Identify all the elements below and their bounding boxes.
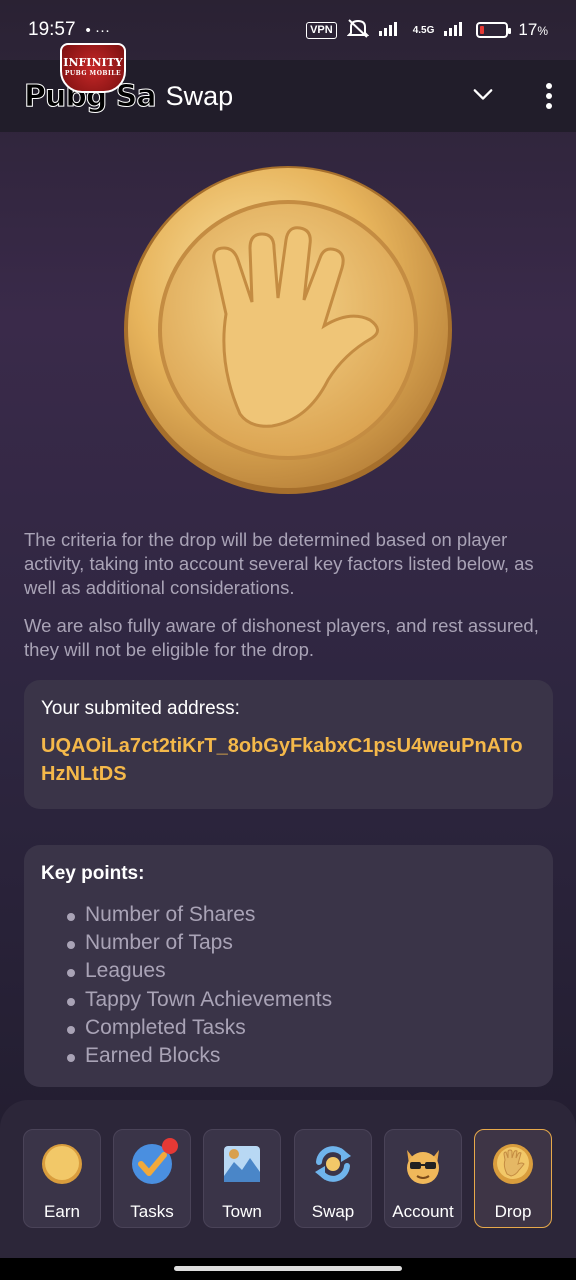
logo-badge: INFINITY PUBG MOBILE xyxy=(60,42,126,93)
app-header: INFINITY PUBG MOBILE Pubg Sa Swap xyxy=(0,42,576,132)
town-icon xyxy=(220,1142,264,1186)
nav-account-button[interactable]: Account xyxy=(384,1129,462,1228)
checkmark-icon xyxy=(130,1138,178,1186)
coin-icon xyxy=(40,1142,84,1186)
nav-drop-button[interactable]: Drop xyxy=(474,1129,552,1228)
nav-swap-label: Swap xyxy=(311,1202,355,1221)
key-point-item: Number of Shares xyxy=(67,901,536,929)
network-type: 4.5G xyxy=(412,24,435,36)
notification-dot xyxy=(162,1138,178,1154)
nav-earn-label: Earn xyxy=(44,1202,80,1221)
hand-coin-icon xyxy=(491,1142,535,1186)
nav-tasks-label: Tasks xyxy=(130,1202,174,1221)
nav-earn-button[interactable]: Earn xyxy=(23,1129,101,1228)
vpn-icon: VPN xyxy=(306,21,337,39)
battery-fill xyxy=(480,26,485,34)
key-point-item: Leagues xyxy=(67,957,536,985)
drop-criteria-text: The criteria for the drop will be determ… xyxy=(24,529,534,598)
key-points-title: Key points: xyxy=(41,863,145,884)
cat-icon xyxy=(401,1142,445,1186)
dishonest-players-text: We are also fully aware of dishonest pla… xyxy=(24,615,539,660)
drop-coin-image xyxy=(122,164,454,496)
chevron-down-icon[interactable] xyxy=(472,83,494,110)
battery-icon xyxy=(476,22,512,38)
key-point-item: Completed Tasks xyxy=(67,1014,536,1042)
address-label: Your submited address: xyxy=(41,698,240,719)
bottom-nav: Earn Tasks Town Swap Account Drop xyxy=(0,1100,576,1258)
status-extra: • ··· xyxy=(85,21,110,39)
nav-account-label: Account xyxy=(392,1202,454,1221)
battery-percent: 17 xyxy=(518,20,538,39)
wallet-address[interactable]: UQAOiLa7ct2tiKrT_8obGyFkabxC1psU4weuPnAT… xyxy=(41,732,536,788)
battery-suffix: % xyxy=(537,24,548,38)
more-options-icon[interactable] xyxy=(546,83,552,109)
nav-swap-button[interactable]: Swap xyxy=(294,1129,372,1228)
mute-icon xyxy=(346,18,370,43)
key-point-item: Number of Taps xyxy=(67,929,536,957)
nav-town-label: Town xyxy=(222,1202,262,1221)
logo-badge-line2: PUBG MOBILE xyxy=(64,69,122,77)
nav-drop-label: Drop xyxy=(494,1202,532,1221)
signal-icon xyxy=(378,20,403,41)
swap-icon xyxy=(311,1142,355,1186)
key-points-list: Number of Shares Number of Taps Leagues … xyxy=(41,901,536,1070)
address-card: Your submited address: UQAOiLa7ct2tiKrT_… xyxy=(24,680,553,809)
signal-2-icon xyxy=(444,20,466,41)
key-point-item: Tappy Town Achievements xyxy=(67,986,536,1014)
key-points-card: Key points: Number of Shares Number of T… xyxy=(24,845,553,1087)
logo-badge-line1: INFINITY xyxy=(63,55,123,69)
battery-percent-group: 17% xyxy=(518,20,548,40)
nav-tasks-button[interactable]: Tasks xyxy=(113,1129,191,1228)
key-point-item: Earned Blocks xyxy=(67,1042,536,1070)
status-time: 19:57 xyxy=(28,19,76,40)
page-title: Swap xyxy=(165,80,234,111)
nav-town-button[interactable]: Town xyxy=(203,1129,281,1228)
home-indicator xyxy=(0,1258,576,1280)
